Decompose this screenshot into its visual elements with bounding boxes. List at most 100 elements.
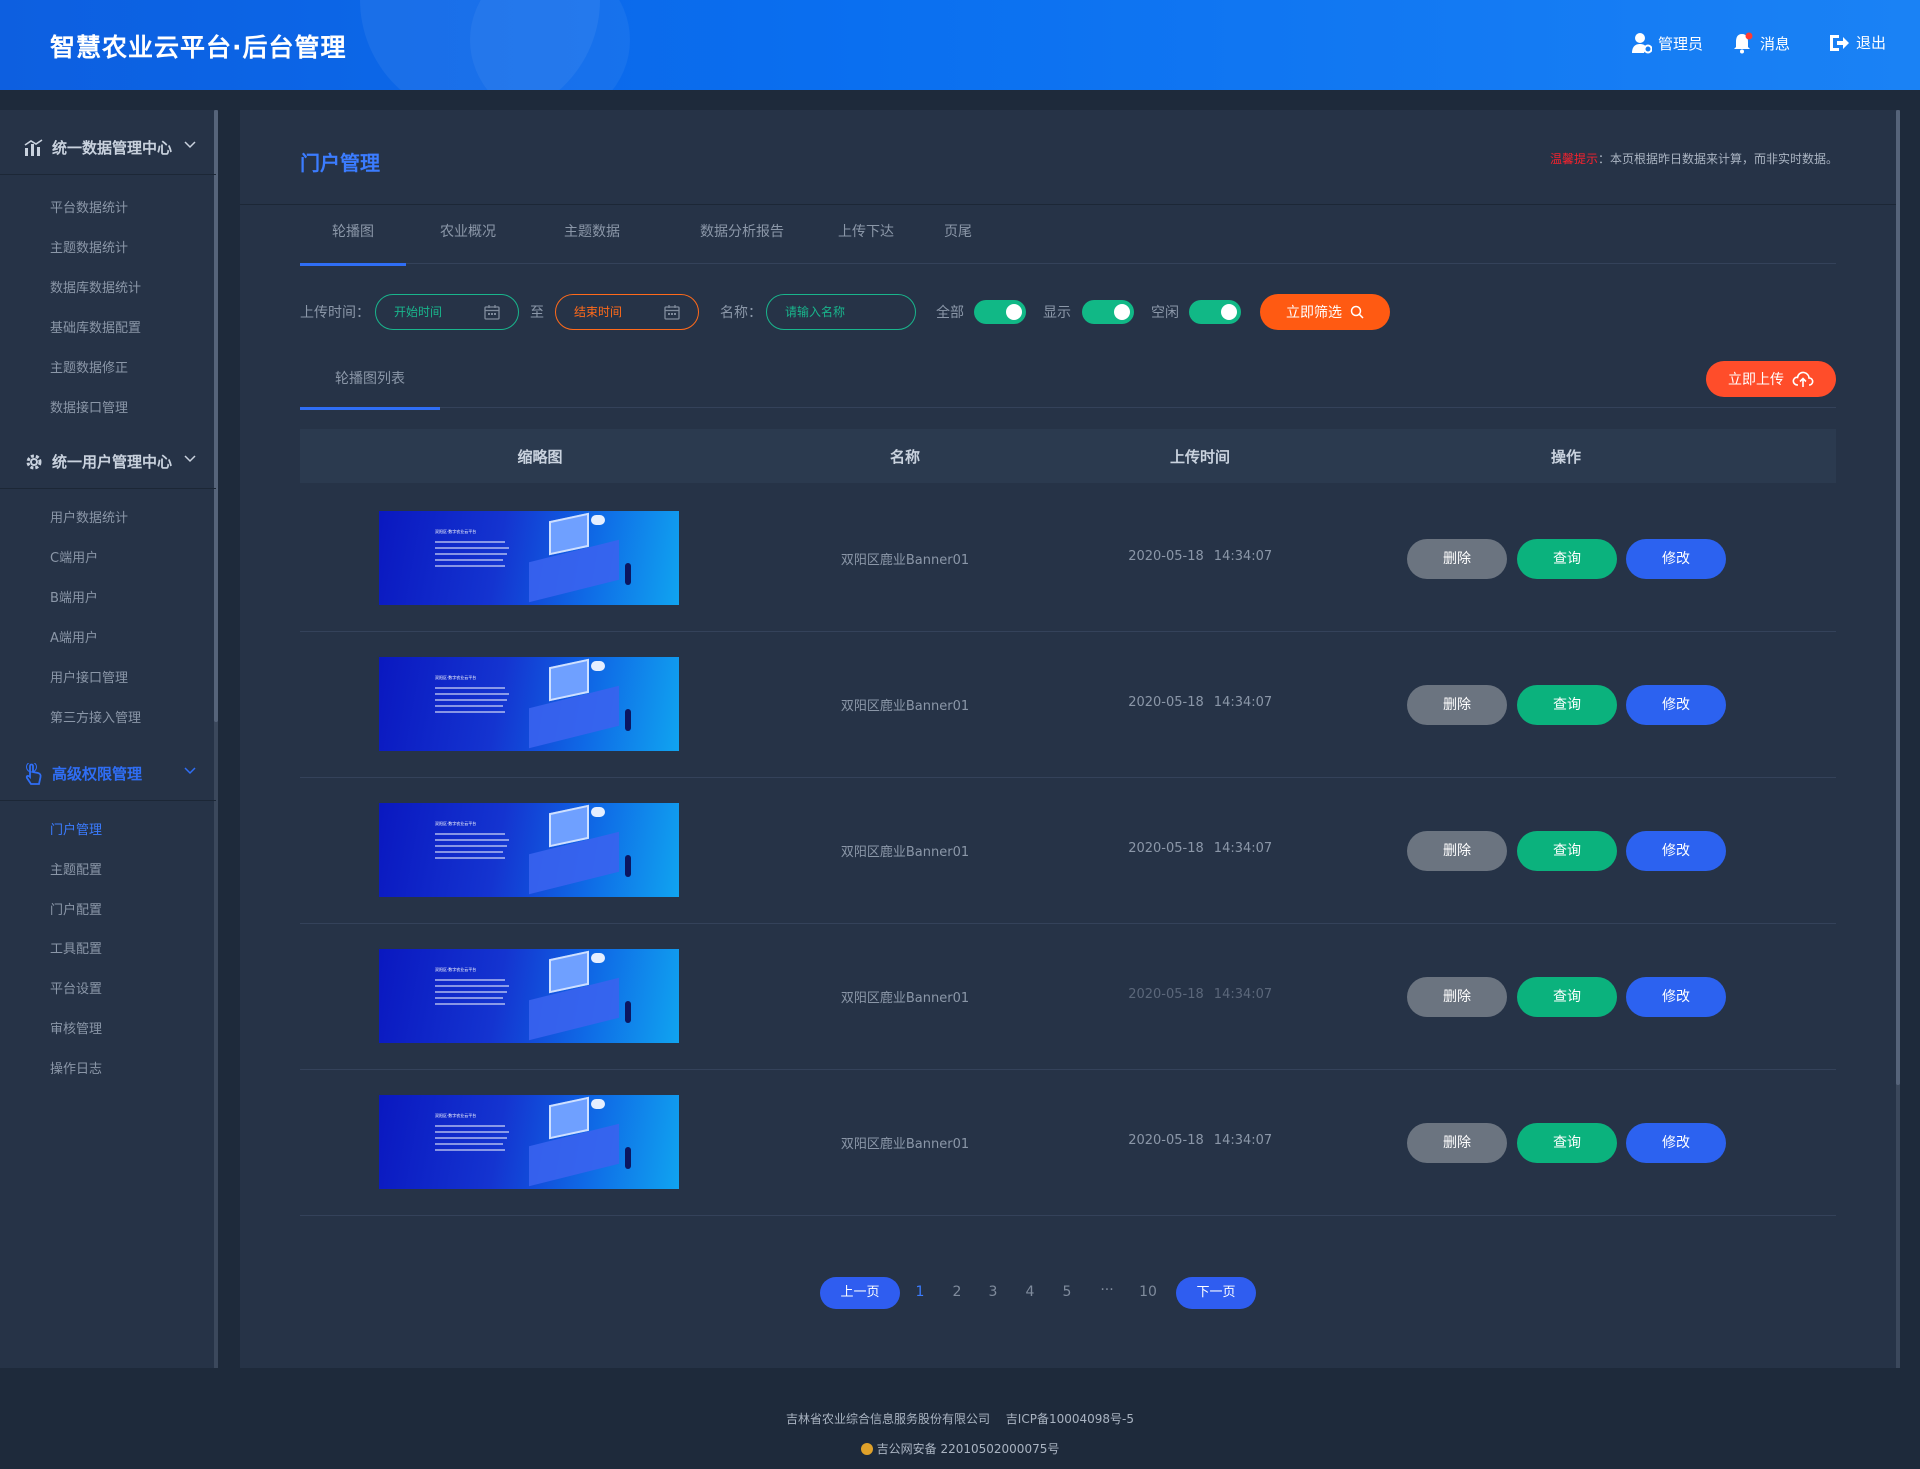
name-label: 名称： (720, 305, 762, 321)
logout-button[interactable]: 退出 (1828, 32, 1886, 53)
delete-button[interactable]: 删除 (1407, 1123, 1507, 1163)
banner-thumbnail[interactable]: 双阳区·数字农业云平台 (379, 657, 679, 751)
end-time-input[interactable]: 结束时间 (555, 294, 699, 330)
sidebar-scrollbar[interactable] (214, 110, 218, 1368)
query-button[interactable]: 查询 (1517, 1123, 1617, 1163)
query-button[interactable]: 查询 (1517, 977, 1617, 1017)
sidebar-item-user-api[interactable]: 用户接口管理 (50, 667, 128, 686)
sidebar-item-operation-log[interactable]: 操作日志 (50, 1058, 102, 1077)
tab-analysis-report[interactable]: 数据分析报告 (686, 220, 798, 264)
banner-text-line (435, 1003, 505, 1005)
sidebar-item-third-party[interactable]: 第三方接入管理 (50, 707, 141, 726)
admin-button[interactable]: 管理员 (1632, 32, 1703, 54)
banner-caption: 双阳区·数字农业云平台 (435, 529, 477, 534)
sidebar-section-permissions[interactable]: 高级权限管理 (0, 747, 216, 801)
sidebar-item-theme-config[interactable]: 主题配置 (50, 859, 102, 878)
page-3[interactable]: 3 (989, 1284, 998, 1300)
page-4[interactable]: 4 (1026, 1284, 1035, 1300)
query-button[interactable]: 查询 (1517, 539, 1617, 579)
column-header-thumbnail: 缩略图 (517, 448, 563, 466)
banner-text-line (435, 541, 505, 543)
tab-footer[interactable]: 页尾 (928, 220, 988, 264)
user-gear-icon (1632, 33, 1652, 54)
sidebar-item-portal-management[interactable]: 门户管理 (50, 819, 102, 838)
banner-text-line (435, 857, 505, 859)
sidebar-item-user-stats[interactable]: 用户数据统计 (50, 507, 128, 526)
edit-button[interactable]: 修改 (1626, 977, 1726, 1017)
banner-thumbnail[interactable]: 双阳区·数字农业云平台 (379, 949, 679, 1043)
table-header: 缩略图 名称 上传时间 操作 (300, 429, 1836, 483)
row-date: 2020-05-18 (1128, 987, 1204, 1002)
banner-illustration (625, 563, 631, 585)
upload-button[interactable]: 立即上传 (1706, 361, 1836, 397)
banner-text-line (435, 839, 509, 841)
banner-text-line (435, 699, 507, 701)
delete-button[interactable]: 删除 (1407, 685, 1507, 725)
row-time: 14:34:07 (1213, 549, 1273, 564)
logout-icon (1830, 34, 1849, 51)
page-10[interactable]: 10 (1139, 1284, 1157, 1300)
sidebar-item-b-users[interactable]: B端用户 (50, 587, 98, 606)
start-time-input[interactable]: 开始时间 (375, 294, 519, 330)
banner-caption: 双阳区·数字农业云平台 (435, 1113, 477, 1118)
sidebar-item-portal-config[interactable]: 门户配置 (50, 899, 102, 918)
bell-icon (1734, 32, 1753, 54)
main-scrollbar[interactable] (1896, 110, 1900, 1368)
tab-upload-download[interactable]: 上传下达 (826, 220, 906, 264)
sidebar-item-theme-correction[interactable]: 主题数据修正 (50, 357, 128, 376)
page-2[interactable]: 2 (953, 1284, 962, 1300)
edit-button[interactable]: 修改 (1626, 539, 1726, 579)
banner-thumbnail[interactable]: 双阳区·数字农业云平台 (379, 511, 679, 605)
toggle-all[interactable] (974, 300, 1026, 324)
sidebar-item-platform-stats[interactable]: 平台数据统计 (50, 197, 128, 216)
banner-thumbnail[interactable]: 双阳区·数字农业云平台 (379, 803, 679, 897)
tab-agri-overview[interactable]: 农业概况 (428, 220, 508, 264)
banner-text-line (435, 1143, 503, 1145)
banner-text-line (435, 997, 503, 999)
sidebar-scrollbar-thumb[interactable] (214, 110, 218, 722)
banner-thumbnail[interactable]: 双阳区·数字农业云平台 (379, 1095, 679, 1189)
delete-button[interactable]: 删除 (1407, 831, 1507, 871)
banner-text-line (435, 985, 509, 987)
banner-text-line (435, 693, 509, 695)
filter-button[interactable]: 立即筛选 (1260, 294, 1390, 330)
prev-page-button[interactable]: 上一页 (820, 1277, 900, 1309)
tab-carousel[interactable]: 轮播图 (300, 220, 406, 266)
filter-button-label: 立即筛选 (1286, 305, 1342, 321)
banner-text-line (435, 1131, 509, 1133)
sidebar-item-c-users[interactable]: C端用户 (50, 547, 98, 566)
banner-illustration (625, 709, 631, 731)
sidebar-item-base-config[interactable]: 基础库数据配置 (50, 317, 141, 336)
sidebar-item-database-stats[interactable]: 数据库数据统计 (50, 277, 141, 296)
page-5[interactable]: 5 (1063, 1284, 1072, 1300)
tab-carousel-list[interactable]: 轮播图列表 (300, 368, 440, 410)
footer-company: 吉林省农业综合信息服务股份有限公司 吉ICP备10004098号-5 (785, 1412, 1134, 1426)
next-page-button[interactable]: 下一页 (1176, 1277, 1256, 1309)
delete-button[interactable]: 删除 (1407, 977, 1507, 1017)
main-scrollbar-thumb[interactable] (1896, 110, 1900, 1085)
sidebar-section-data-center[interactable]: 统一数据管理中心 (0, 121, 216, 175)
chevron-down-icon (184, 767, 196, 775)
sidebar-item-theme-stats[interactable]: 主题数据统计 (50, 237, 128, 256)
edit-button[interactable]: 修改 (1626, 685, 1726, 725)
toggle-idle[interactable] (1189, 300, 1241, 324)
sidebar-item-review[interactable]: 审核管理 (50, 1018, 102, 1037)
sidebar-item-platform-settings[interactable]: 平台设置 (50, 978, 102, 997)
page-1[interactable]: 1 (916, 1284, 925, 1300)
edit-button[interactable]: 修改 (1626, 831, 1726, 871)
tab-theme-data[interactable]: 主题数据 (552, 220, 632, 264)
query-button[interactable]: 查询 (1517, 831, 1617, 871)
delete-button[interactable]: 删除 (1407, 539, 1507, 579)
edit-button[interactable]: 修改 (1626, 1123, 1726, 1163)
name-input[interactable]: 请输入名称 (766, 294, 916, 330)
sidebar-item-tool-config[interactable]: 工具配置 (50, 938, 102, 957)
toggle-show[interactable] (1082, 300, 1134, 324)
query-button[interactable]: 查询 (1517, 685, 1617, 725)
sidebar-item-a-users[interactable]: A端用户 (50, 627, 98, 646)
banner-caption: 双阳区·数字农业云平台 (435, 821, 477, 826)
message-button[interactable]: 消息 (1732, 32, 1790, 54)
banner-illustration (625, 1147, 631, 1169)
sidebar-section-user-center[interactable]: 统一用户管理中心 (0, 435, 216, 489)
row-name: 双阳区鹿业Banner01 (840, 553, 970, 568)
sidebar-item-data-api[interactable]: 数据接口管理 (50, 397, 128, 416)
